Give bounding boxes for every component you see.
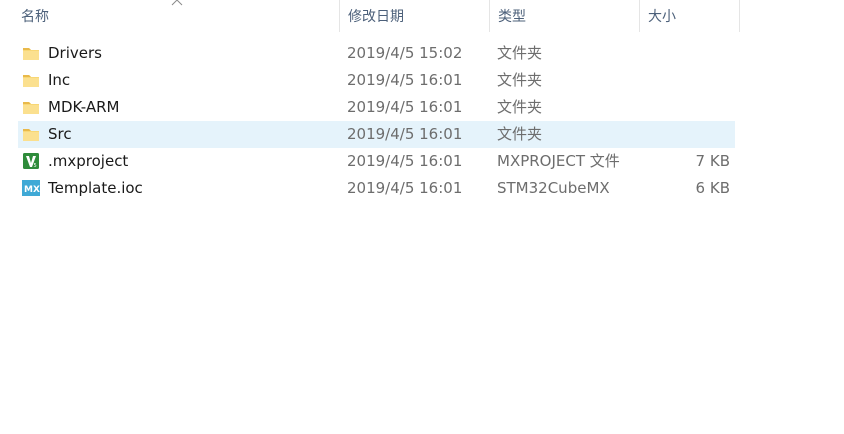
column-header-date-label: 修改日期 <box>348 9 404 25</box>
file-row-mdk-arm[interactable]: MDK-ARM 2019/4/5 16:01 文件夹 <box>18 94 735 121</box>
file-row-drivers[interactable]: Drivers 2019/4/5 15:02 文件夹 <box>18 40 735 67</box>
column-header-type-label: 类型 <box>498 9 526 25</box>
file-type: MXPROJECT 文件 <box>497 152 620 170</box>
file-row-mxproject[interactable]: 5 .mxproject 2019/4/5 16:01 MXPROJECT 文件… <box>18 148 735 175</box>
file-date: 2019/4/5 15:02 <box>347 44 463 62</box>
file-size: 7 KB <box>695 152 730 170</box>
file-size: 6 KB <box>695 179 730 197</box>
file-name: MDK-ARM <box>48 98 120 116</box>
column-header-date[interactable]: 修改日期 <box>340 0 490 32</box>
column-header-name-label: 名称 <box>21 9 49 25</box>
file-type: 文件夹 <box>497 44 543 62</box>
folder-icon <box>23 48 39 60</box>
stm32cubemx-icon: MX <box>22 180 40 196</box>
file-date: 2019/4/5 16:01 <box>347 125 463 143</box>
file-date: 2019/4/5 16:01 <box>347 179 463 197</box>
file-name: .mxproject <box>48 152 129 170</box>
column-header-size-label: 大小 <box>648 9 676 25</box>
folder-icon <box>23 75 39 87</box>
svg-text:MX: MX <box>24 185 40 195</box>
file-name: Drivers <box>48 44 102 62</box>
svg-text:5: 5 <box>34 163 37 169</box>
column-header-type[interactable]: 类型 <box>490 0 640 32</box>
file-row-src[interactable]: Src 2019/4/5 16:01 文件夹 <box>18 121 735 148</box>
file-type: 文件夹 <box>497 98 543 116</box>
file-row-inc[interactable]: Inc 2019/4/5 16:01 文件夹 <box>18 67 735 94</box>
column-header-size[interactable]: 大小 <box>640 0 740 32</box>
folder-icon <box>23 129 39 141</box>
vim-file-icon: 5 <box>23 153 39 169</box>
chevron-up-icon <box>171 0 183 6</box>
file-name: Inc <box>48 71 71 89</box>
file-type: 文件夹 <box>497 125 543 143</box>
file-row-template-ioc[interactable]: MX Template.ioc 2019/4/5 16:01 STM32Cube… <box>18 175 735 202</box>
file-date: 2019/4/5 16:01 <box>347 152 463 170</box>
file-type: 文件夹 <box>497 71 543 89</box>
file-type: STM32CubeMX <box>497 179 610 197</box>
file-name: Template.ioc <box>48 179 143 197</box>
file-date: 2019/4/5 16:01 <box>347 98 463 116</box>
folder-icon <box>23 102 39 114</box>
file-date: 2019/4/5 16:01 <box>347 71 463 89</box>
file-name: Src <box>48 125 72 143</box>
column-header-bar: 名称 修改日期 类型 大小 <box>0 0 844 32</box>
